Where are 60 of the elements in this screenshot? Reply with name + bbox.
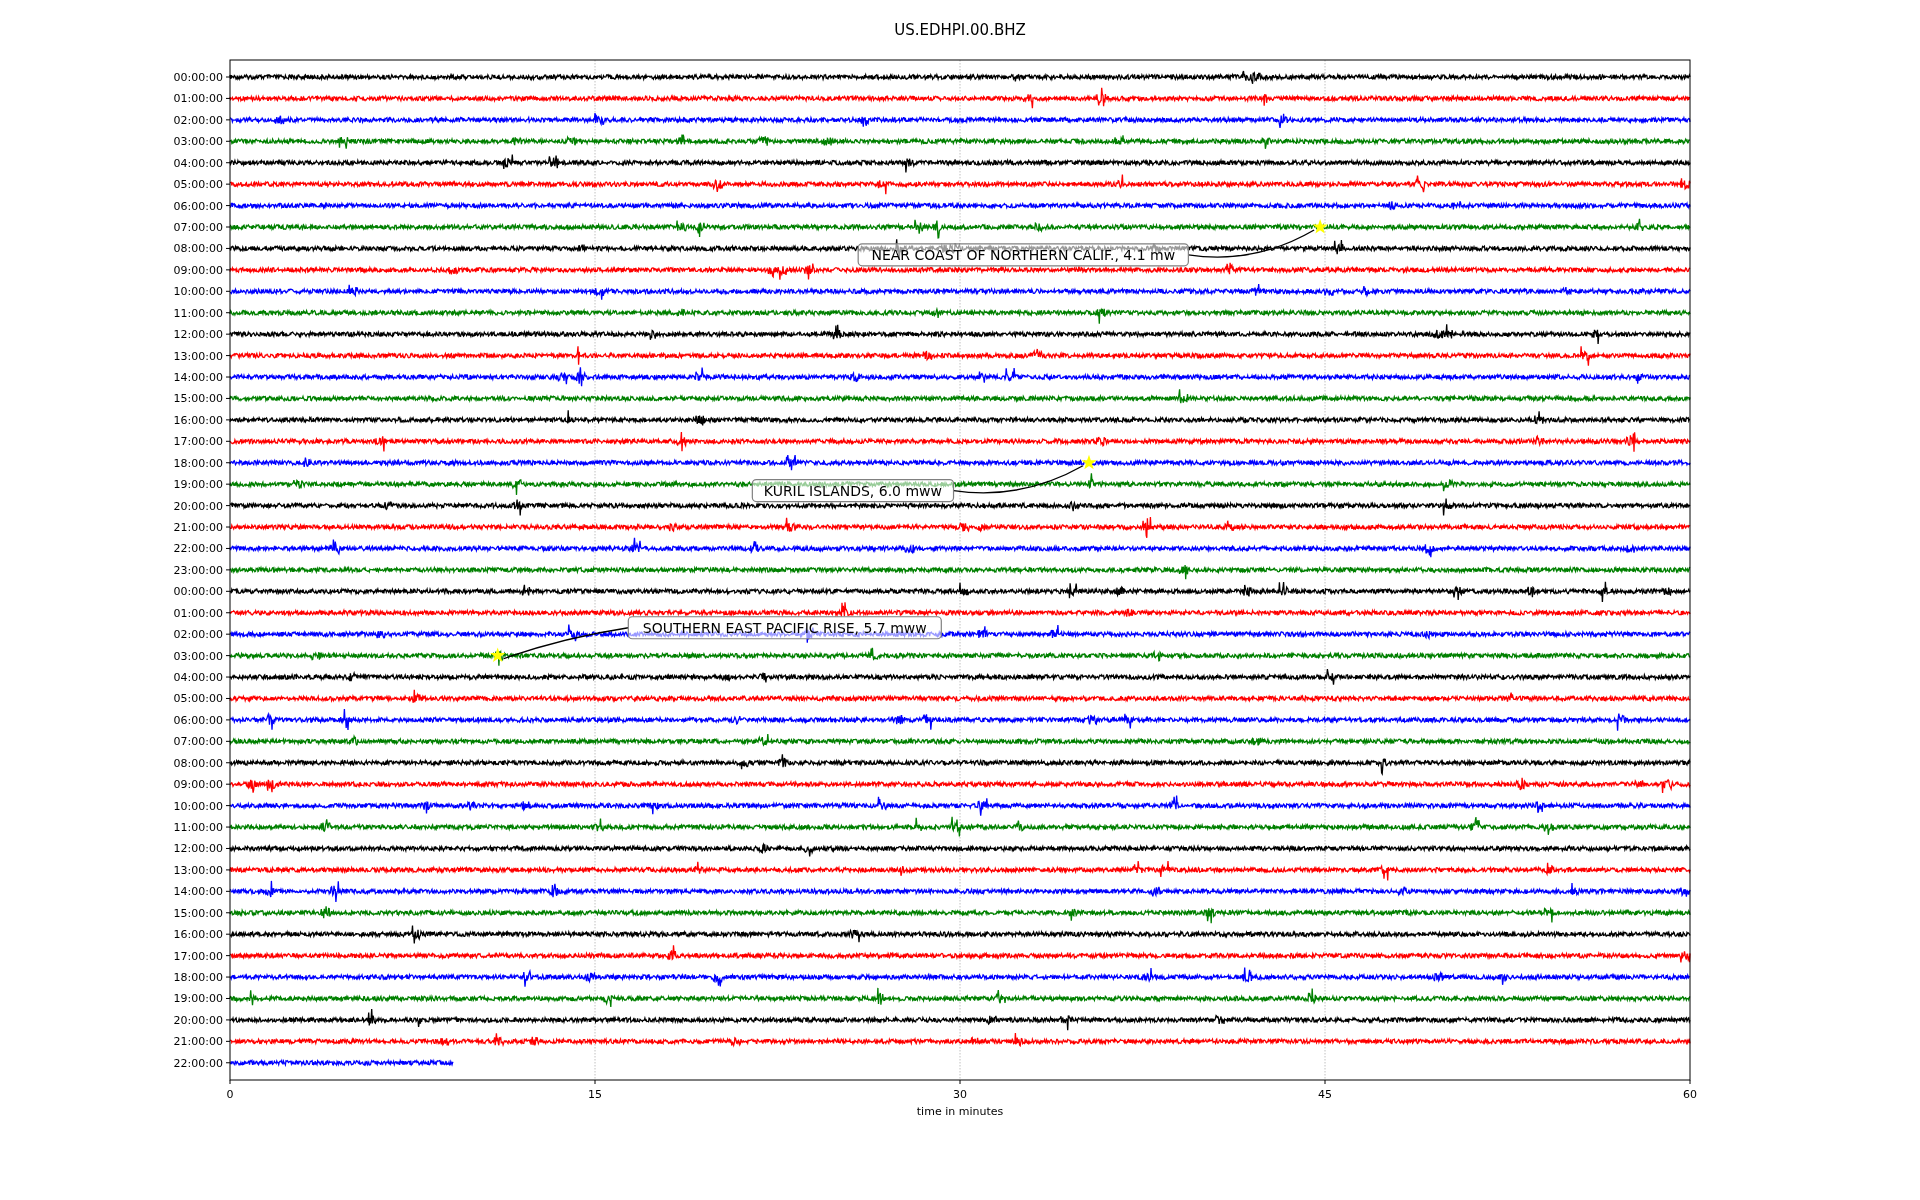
row-time-label: 03:00:00 bbox=[173, 135, 223, 149]
row-time-label: 08:00:00 bbox=[173, 242, 223, 256]
row-time-label: 09:00:00 bbox=[173, 263, 223, 277]
minute-tick-label: 0 bbox=[226, 1088, 234, 1101]
row-time-label: 10:00:00 bbox=[173, 799, 223, 813]
minute-tick-label: 15 bbox=[588, 1088, 602, 1101]
row-time-label: 20:00:00 bbox=[173, 499, 223, 513]
row-time-label: 21:00:00 bbox=[173, 1035, 223, 1049]
minute-tick-label: 30 bbox=[953, 1088, 967, 1101]
row-time-label: 02:00:00 bbox=[173, 113, 223, 127]
row-time-label: 02:00:00 bbox=[173, 628, 223, 642]
row-time-label: 19:00:00 bbox=[173, 478, 223, 492]
row-time-label: 13:00:00 bbox=[173, 863, 223, 877]
row-time-label: 04:00:00 bbox=[173, 671, 223, 685]
row-time-label: 05:00:00 bbox=[173, 692, 223, 706]
event-label: SOUTHERN EAST PACIFIC RISE, 5.7 mww bbox=[627, 616, 942, 640]
minute-tick-label: 45 bbox=[1318, 1088, 1332, 1101]
row-time-label: 11:00:00 bbox=[173, 821, 223, 835]
row-time-label: 16:00:00 bbox=[173, 928, 223, 942]
row-time-label: 01:00:00 bbox=[173, 606, 223, 620]
row-time-label: 18:00:00 bbox=[173, 971, 223, 985]
row-time-label: 12:00:00 bbox=[173, 328, 223, 342]
row-time-label: 11:00:00 bbox=[173, 306, 223, 320]
event-label: KURIL ISLANDS, 6.0 mww bbox=[751, 479, 955, 503]
row-time-label: 12:00:00 bbox=[173, 842, 223, 856]
row-time-label: 06:00:00 bbox=[173, 199, 223, 213]
row-time-label: 08:00:00 bbox=[173, 756, 223, 770]
star-icon bbox=[1312, 219, 1328, 234]
row-time-label: 23:00:00 bbox=[173, 563, 223, 577]
row-time-label: 22:00:00 bbox=[173, 1056, 223, 1070]
event-label: NEAR COAST OF NORTHERN CALIF., 4.1 mw bbox=[857, 243, 1189, 267]
row-time-label: 16:00:00 bbox=[173, 413, 223, 427]
row-time-label: 04:00:00 bbox=[173, 156, 223, 170]
row-time-label: 19:00:00 bbox=[173, 992, 223, 1006]
row-time-label: 15:00:00 bbox=[173, 392, 223, 406]
minute-tick-label: 60 bbox=[1683, 1088, 1697, 1101]
row-time-label: 17:00:00 bbox=[173, 435, 223, 449]
axis-label: time in minutes bbox=[916, 1105, 1004, 1118]
row-time-label: 07:00:00 bbox=[173, 735, 223, 749]
row-time-label: 06:00:00 bbox=[173, 713, 223, 727]
row-time-label: 01:00:00 bbox=[173, 92, 223, 106]
row-time-label: 03:00:00 bbox=[173, 649, 223, 663]
star-icon bbox=[1081, 454, 1097, 470]
star-icon bbox=[490, 647, 506, 663]
row-time-label: 00:00:00 bbox=[173, 585, 223, 599]
row-time-label: 21:00:00 bbox=[173, 521, 223, 535]
row-time-label: 17:00:00 bbox=[173, 949, 223, 963]
row-time-label: 22:00:00 bbox=[173, 542, 223, 556]
plot-title: US.EDHPI.00.BHZ bbox=[894, 21, 1026, 39]
row-time-label: 00:00:00 bbox=[173, 71, 223, 84]
row-time-label: 07:00:00 bbox=[173, 221, 223, 234]
row-time-label: 09:00:00 bbox=[173, 778, 223, 792]
row-time-label: 13:00:00 bbox=[173, 349, 223, 363]
row-time-label: 15:00:00 bbox=[173, 906, 223, 920]
row-time-label: 05:00:00 bbox=[173, 178, 223, 192]
row-time-label: 18:00:00 bbox=[173, 456, 223, 470]
row-time-label: 10:00:00 bbox=[173, 285, 223, 299]
row-time-label: 14:00:00 bbox=[173, 371, 223, 384]
row-time-label: 14:00:00 bbox=[173, 885, 223, 899]
row-time-label: 20:00:00 bbox=[173, 1013, 223, 1027]
